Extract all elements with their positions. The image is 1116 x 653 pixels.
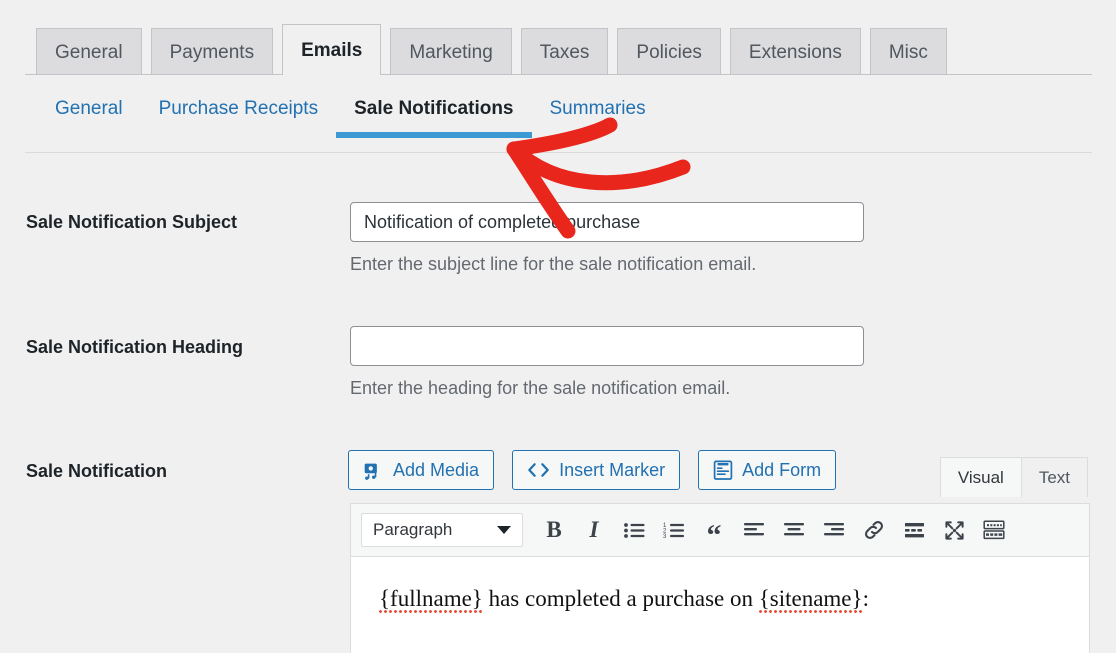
editor-format-toolbar: Paragraph B I 1 2 3 — [351, 504, 1089, 557]
label-sale-notification-subject: Sale Notification Subject — [26, 212, 237, 234]
bold-glyph: B — [546, 517, 561, 543]
editor-text-middle: has completed a purchase on — [483, 586, 759, 611]
tab-visual-mode[interactable]: Visual — [940, 457, 1022, 497]
editor-text-end: : — [863, 586, 869, 611]
subtab-label: General — [55, 98, 123, 119]
read-more-icon[interactable] — [895, 511, 933, 549]
tab-general[interactable]: General — [36, 28, 142, 75]
tab-label: Marketing — [409, 43, 492, 62]
align-left-icon[interactable] — [735, 511, 773, 549]
tab-label: General — [55, 43, 123, 62]
editor-content-area[interactable]: {fullname} has completed a purchase on {… — [351, 557, 1089, 653]
settings-page: General Payments Emails Marketing Taxes … — [0, 0, 1116, 653]
subtab-label: Purchase Receipts — [159, 98, 318, 119]
helper-sale-notification-heading: Enter the heading for the sale notificat… — [350, 378, 730, 399]
tab-emails[interactable]: Emails — [282, 24, 381, 75]
insert-marker-button[interactable]: Insert Marker — [512, 450, 680, 490]
label-sale-notification-heading: Sale Notification Heading — [26, 337, 243, 359]
svg-text:3: 3 — [663, 534, 667, 539]
tab-visual-label: Visual — [958, 468, 1004, 488]
label-sale-notification: Sale Notification — [26, 461, 167, 483]
tab-label: Emails — [301, 41, 362, 60]
add-media-label: Add Media — [393, 461, 479, 479]
insert-marker-label: Insert Marker — [559, 461, 665, 479]
tab-label: Payments — [170, 43, 254, 62]
merge-tag-fullname: {fullname} — [379, 586, 483, 613]
bulleted-list-icon[interactable] — [615, 511, 653, 549]
subtab-sale-notifications[interactable]: Sale Notifications — [336, 99, 531, 138]
insert-link-icon[interactable] — [855, 511, 893, 549]
chevron-down-icon — [497, 526, 511, 534]
tab-misc[interactable]: Misc — [870, 28, 947, 75]
numbered-list-icon[interactable]: 1 2 3 — [655, 511, 693, 549]
tab-policies[interactable]: Policies — [617, 28, 720, 75]
bold-icon[interactable]: B — [535, 511, 573, 549]
blockquote-glyph: “ — [707, 527, 722, 545]
sub-nav: General Purchase Receipts Sale Notificat… — [25, 75, 664, 153]
sub-nav-panel: General Purchase Receipts Sale Notificat… — [25, 74, 1092, 153]
tab-text-label: Text — [1039, 468, 1070, 488]
fullscreen-icon[interactable] — [935, 511, 973, 549]
tab-label: Misc — [889, 43, 928, 62]
paragraph-format-value: Paragraph — [373, 520, 452, 540]
align-center-icon[interactable] — [775, 511, 813, 549]
tab-marketing[interactable]: Marketing — [390, 28, 511, 75]
add-form-label: Add Form — [742, 461, 821, 479]
add-media-icon — [363, 460, 384, 481]
tab-taxes[interactable]: Taxes — [521, 28, 609, 75]
primary-tab-bar: General Payments Emails Marketing Taxes … — [0, 0, 1116, 74]
align-right-icon[interactable] — [815, 511, 853, 549]
sale-notification-heading-input[interactable] — [350, 326, 864, 366]
merge-tag-sitename: {sitename} — [759, 586, 863, 613]
editor-media-buttons: Add Media Insert Marker Add Form — [348, 450, 836, 490]
paragraph-format-select[interactable]: Paragraph — [361, 513, 523, 547]
tab-extensions[interactable]: Extensions — [730, 28, 861, 75]
subtab-purchase-receipts[interactable]: Purchase Receipts — [141, 99, 336, 138]
blockquote-icon[interactable]: “ — [695, 511, 733, 549]
subtab-label: Summaries — [550, 98, 646, 119]
wysiwyg-editor: Paragraph B I 1 2 3 — [350, 503, 1090, 653]
italic-glyph: I — [590, 517, 599, 543]
subtab-general[interactable]: General — [49, 99, 141, 138]
tab-text-mode[interactable]: Text — [1021, 457, 1088, 497]
italic-icon[interactable]: I — [575, 511, 613, 549]
add-form-button[interactable]: Add Form — [698, 450, 836, 490]
tab-label: Policies — [636, 43, 701, 62]
tab-label: Extensions — [749, 43, 842, 62]
toolbar-toggle-icon[interactable] — [975, 511, 1013, 549]
subtab-summaries[interactable]: Summaries — [532, 99, 664, 138]
helper-sale-notification-subject: Enter the subject line for the sale noti… — [350, 254, 756, 275]
sale-notification-subject-input[interactable] — [350, 202, 864, 242]
tab-label: Taxes — [540, 43, 590, 62]
editor-paragraph: {fullname} has completed a purchase on {… — [379, 583, 1089, 614]
add-media-button[interactable]: Add Media — [348, 450, 494, 490]
form-clipboard-icon — [713, 459, 733, 481]
subtab-label: Sale Notifications — [354, 98, 513, 119]
editor-mode-tabs: Visual Text — [941, 457, 1088, 497]
code-brackets-icon — [527, 461, 550, 479]
tab-payments[interactable]: Payments — [151, 28, 273, 75]
